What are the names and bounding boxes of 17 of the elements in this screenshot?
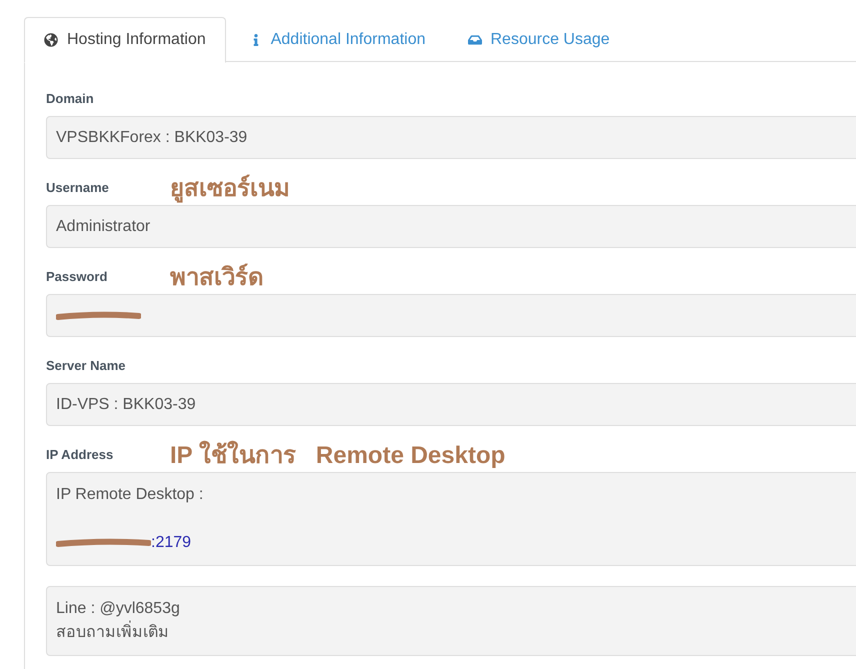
contact-text: Line : @yvl6853g — [56, 599, 181, 619]
tab[interactable]: Hosting Information — [24, 17, 226, 63]
annotation-text: พาสเวิร์ด — [170, 266, 264, 290]
field-label: Username — [46, 178, 110, 196]
field-label: Password — [46, 268, 108, 286]
globe-icon — [44, 33, 58, 47]
address-link[interactable]: :2179 — [151, 531, 192, 555]
inbox-icon — [468, 33, 482, 47]
field-text: Administrator — [56, 216, 150, 236]
field-label: Domain — [46, 90, 95, 108]
annotation-text: ยูสเซอร์เนม — [170, 177, 290, 201]
field-text: IP Remote Desktop : — [56, 485, 204, 505]
field-text: ID-VPS : BKK03-39 — [56, 394, 196, 414]
field-label: IP Address — [46, 446, 114, 464]
field-label: Server Name — [46, 356, 126, 374]
contact-text: สอบถามเพิ่มเติม — [56, 621, 856, 645]
field-text: VPSBKKForex : BKK03-39 — [56, 128, 248, 148]
